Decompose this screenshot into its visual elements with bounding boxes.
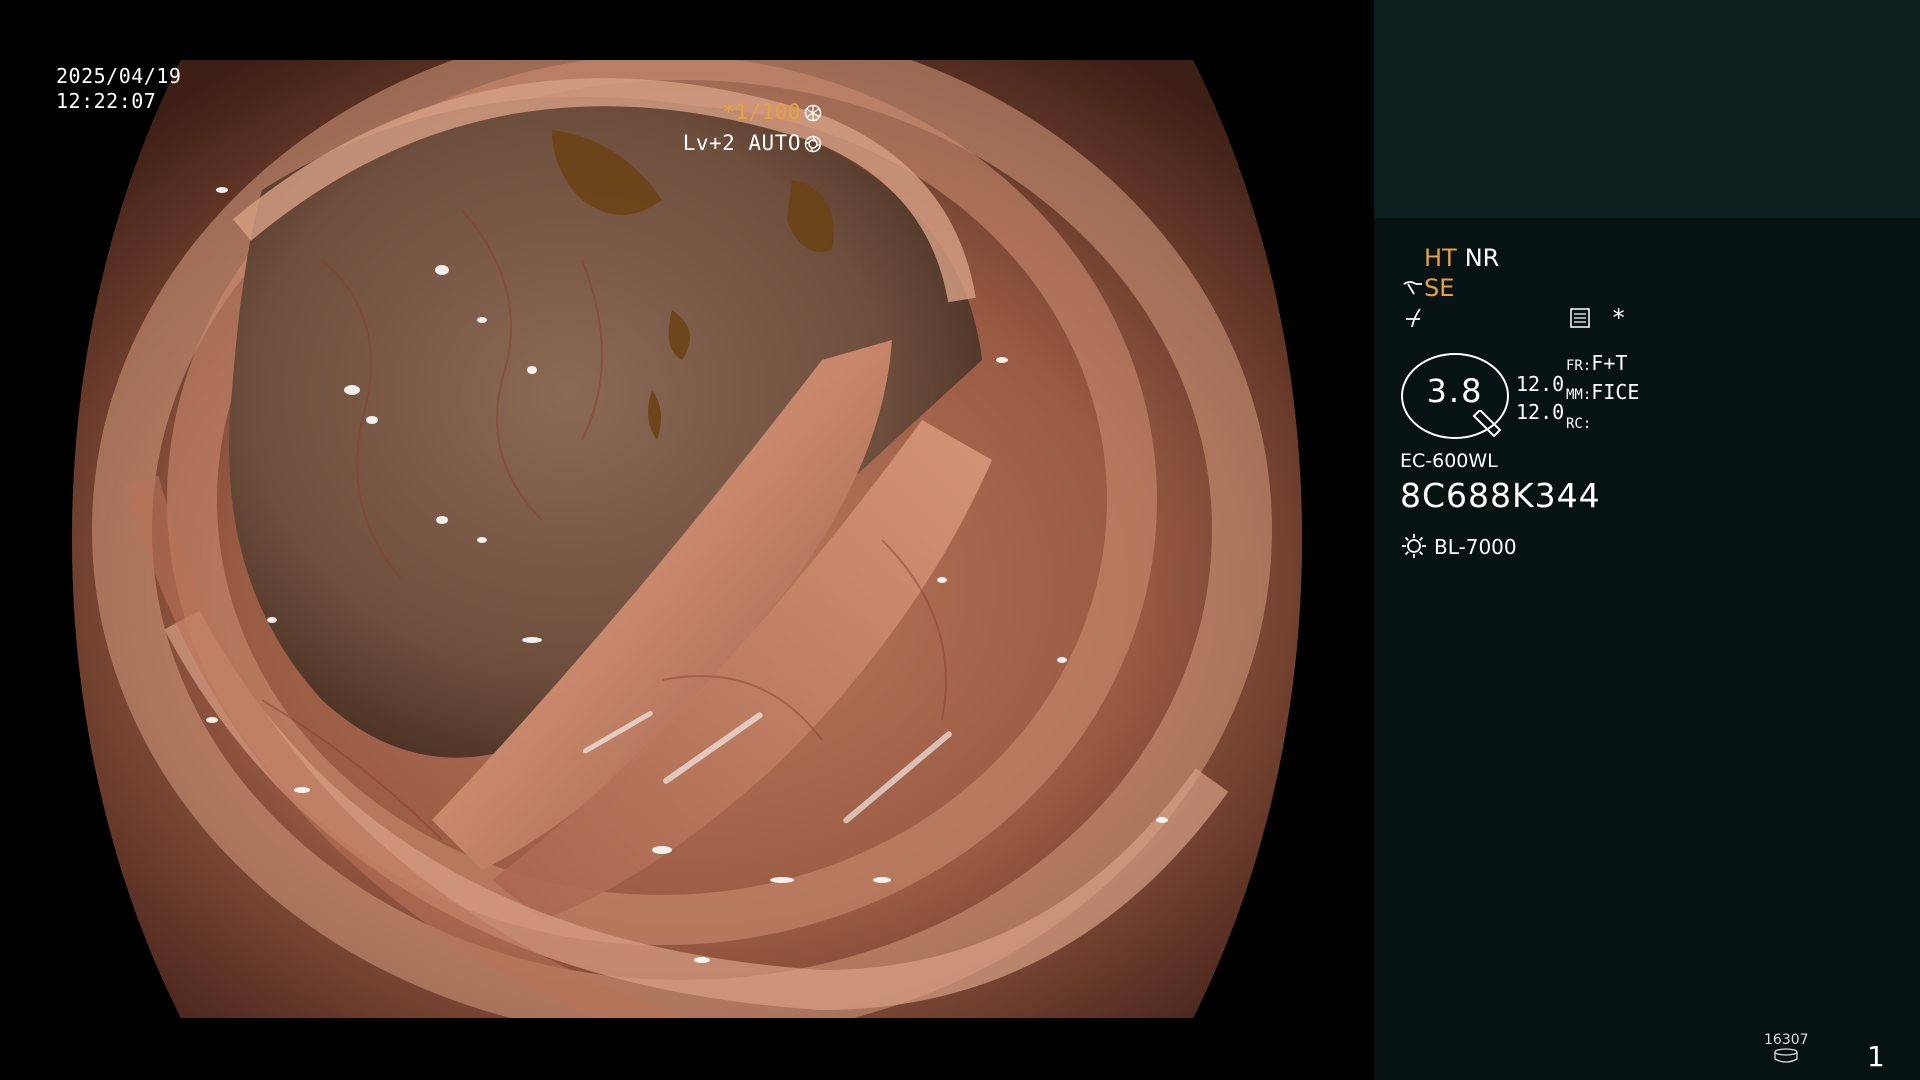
- asterisk-mark: *: [1612, 304, 1625, 332]
- iris-icon: [804, 132, 822, 160]
- freeze-icon: [1402, 304, 1424, 332]
- zoom-magnifier-icon: [1472, 410, 1502, 438]
- counter-text: 16307: [1764, 1032, 1809, 1048]
- mode-row-se: SE: [1402, 274, 1454, 302]
- mm-value: FICE: [1591, 380, 1640, 404]
- label-column: FR:F+T MM:FICE RC:: [1566, 350, 1639, 437]
- mode-row-icons: *: [1402, 304, 1625, 332]
- scope-model: EC-600WL: [1400, 450, 1498, 472]
- light-source-row: BL-7000: [1400, 532, 1517, 560]
- time-text: 12:22:07: [56, 89, 157, 113]
- value-column: 12.0 12.0: [1516, 370, 1564, 426]
- mode-se: SE: [1424, 274, 1455, 302]
- page-number: 1: [1867, 1040, 1885, 1073]
- fr-label: FR:: [1566, 358, 1592, 374]
- endoscopic-image: [71, 60, 1302, 1018]
- value-2: 12.0: [1516, 400, 1565, 424]
- shutter-icon: [804, 101, 822, 129]
- storage-disk-icon: [1774, 1048, 1798, 1063]
- mm-label: MM:: [1566, 387, 1592, 403]
- light-source-text: BL-7000: [1434, 535, 1517, 559]
- light-source-icon: [1400, 534, 1434, 559]
- mode-row-ht-nr: HT NR: [1424, 244, 1499, 272]
- fr-value: F+T: [1591, 351, 1628, 375]
- shutter-speed-text: *1/100: [722, 100, 801, 124]
- date-time-overlay: 2025/04/19 12:22:07: [56, 64, 181, 114]
- level-auto-text: Lv+2 AUTO: [682, 131, 801, 155]
- mode-ht: HT: [1424, 244, 1457, 272]
- structure-enhance-icon: [1402, 274, 1424, 302]
- memo-icon: [1569, 304, 1591, 332]
- mode-nr: NR: [1464, 244, 1500, 272]
- value-1: 12.0: [1516, 372, 1565, 396]
- rc-label: RC:: [1566, 416, 1592, 432]
- date-text: 2025/04/19: [56, 64, 182, 88]
- panel-header-area: [1374, 0, 1920, 218]
- zoom-value: 3.8: [1426, 372, 1484, 410]
- endoscope-viewport: 2025/04/19 12:22:07 *1/100 Lv+2 AUTO: [0, 0, 1372, 1080]
- exposure-overlay: *1/100 Lv+2 AUTO: [683, 98, 822, 160]
- scope-serial: 8C688K344: [1400, 476, 1601, 515]
- info-panel: HT NR SE * 3.8 12.0 12.0 FR:F+T MM:FICE R…: [1374, 0, 1920, 1080]
- image-counter: 16307: [1764, 1032, 1809, 1068]
